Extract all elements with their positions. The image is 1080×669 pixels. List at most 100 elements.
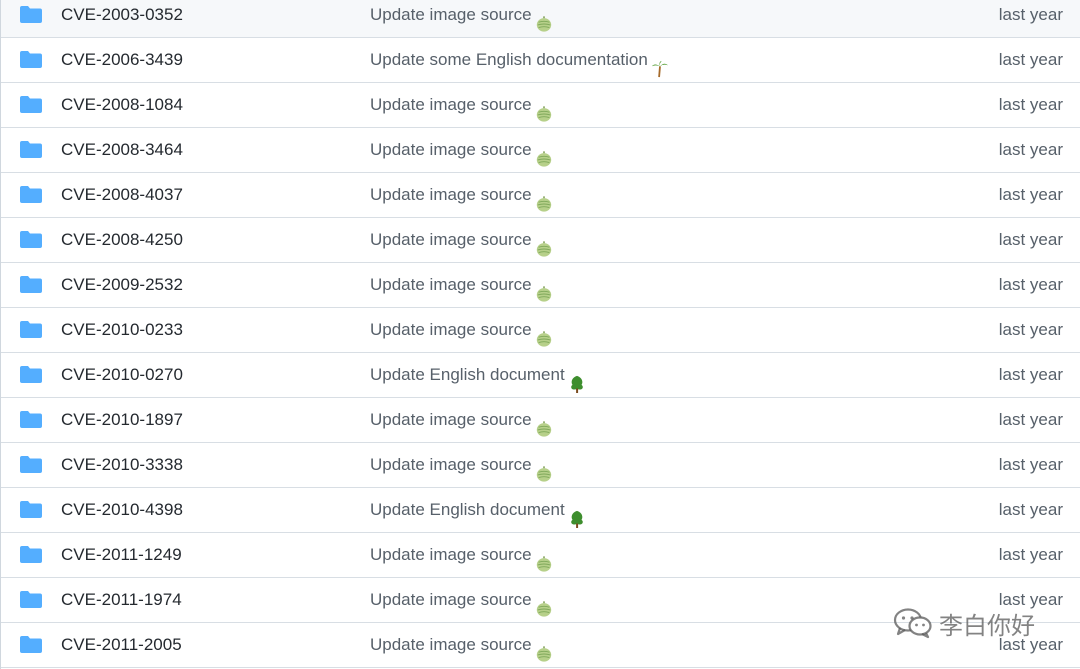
- directory-link[interactable]: CVE-2008-1084: [61, 83, 183, 127]
- file-row[interactable]: CVE-2011-1249 Update image source last yea…: [1, 533, 1080, 578]
- directory-link[interactable]: CVE-2008-4250: [61, 218, 183, 262]
- wechat-icon: [893, 608, 932, 639]
- commit-message-link[interactable]: Update English document: [370, 488, 586, 532]
- commit-message-text: Update image source: [370, 635, 532, 654]
- commit-message-link[interactable]: Update image source: [370, 398, 553, 442]
- file-row[interactable]: CVE-2010-0233 Update image source last yea…: [1, 308, 1080, 353]
- commit-message-link[interactable]: Update image source: [370, 173, 553, 217]
- commit-message-link[interactable]: Update image source: [370, 578, 553, 622]
- commit-age: last year: [998, 545, 1063, 564]
- commit-age: last year: [998, 275, 1063, 294]
- commit-age: last year: [998, 5, 1063, 24]
- commit-message-link[interactable]: Update image source: [370, 443, 553, 487]
- directory-link[interactable]: CVE-2010-4398: [61, 488, 183, 532]
- melon-icon: [535, 321, 553, 347]
- directory-link[interactable]: CVE-2010-1897: [61, 398, 183, 442]
- commit-message-text: Update image source: [370, 230, 532, 249]
- file-row[interactable]: CVE-2008-4250 Update image source last yea…: [1, 218, 1080, 263]
- folder-icon: [20, 276, 42, 293]
- commit-message-text: Update image source: [370, 410, 532, 429]
- melon-icon: [535, 591, 553, 617]
- directory-link[interactable]: CVE-2011-1249: [61, 533, 182, 577]
- commit-message-link[interactable]: Update image source: [370, 0, 553, 37]
- commit-age: last year: [998, 455, 1063, 474]
- commit-age: last year: [998, 95, 1063, 114]
- commit-message-link[interactable]: Update image source: [370, 83, 553, 127]
- folder-icon: [20, 366, 42, 383]
- folder-icon: [20, 141, 42, 158]
- file-row[interactable]: CVE-2010-4398 Update English document last…: [1, 488, 1080, 533]
- directory-link[interactable]: CVE-2003-0352: [61, 0, 183, 37]
- folder-icon: [20, 6, 42, 23]
- commit-message-text: Update image source: [370, 455, 532, 474]
- file-row[interactable]: CVE-2008-1084 Update image source last yea…: [1, 83, 1080, 128]
- commit-message-link[interactable]: Update English document: [370, 353, 586, 397]
- folder-icon: [20, 636, 42, 653]
- commit-age: last year: [998, 365, 1063, 384]
- file-row[interactable]: CVE-2010-0270 Update English document last…: [1, 353, 1080, 398]
- directory-link[interactable]: CVE-2008-4037: [61, 173, 183, 217]
- folder-icon: [20, 546, 42, 563]
- file-row[interactable]: CVE-2009-2532 Update image source last yea…: [1, 263, 1080, 308]
- commit-age: last year: [998, 320, 1063, 339]
- commit-message-link[interactable]: Update image source: [370, 263, 553, 307]
- melon-icon: [535, 636, 553, 662]
- commit-message-text: Update image source: [370, 5, 532, 24]
- directory-link[interactable]: CVE-2006-3439: [61, 38, 183, 82]
- folder-icon: [20, 456, 42, 473]
- watermark: 李白你好: [893, 603, 1035, 643]
- commit-message-link[interactable]: Update image source: [370, 623, 553, 667]
- file-row[interactable]: CVE-2008-4037 Update image source last yea…: [1, 173, 1080, 218]
- directory-link[interactable]: CVE-2008-3464: [61, 128, 183, 172]
- directory-link[interactable]: CVE-2009-2532: [61, 263, 183, 307]
- commit-message-text: Update image source: [370, 545, 532, 564]
- folder-icon: [20, 231, 42, 248]
- melon-icon: [535, 276, 553, 302]
- commit-age: last year: [998, 230, 1063, 249]
- file-row[interactable]: CVE-2010-1897 Update image source last yea…: [1, 398, 1080, 443]
- folder-icon: [20, 411, 42, 428]
- folder-icon: [20, 321, 42, 338]
- commit-message-text: Update image source: [370, 95, 532, 114]
- commit-message-text: Update image source: [370, 275, 532, 294]
- commit-message-link[interactable]: Update image source: [370, 533, 553, 577]
- commit-message-text: Update English document: [370, 365, 565, 384]
- melon-icon: [535, 6, 553, 32]
- commit-message-link[interactable]: Update some English documentation: [370, 38, 669, 82]
- commit-age: last year: [998, 50, 1063, 69]
- commit-message-text: Update English document: [370, 500, 565, 519]
- commit-message-text: Update image source: [370, 185, 532, 204]
- file-row[interactable]: CVE-2006-3439 Update some English documen…: [1, 38, 1080, 83]
- commit-age: last year: [998, 185, 1063, 204]
- melon-icon: [535, 96, 553, 122]
- commit-age: last year: [998, 410, 1063, 429]
- commit-age: last year: [998, 140, 1063, 159]
- watermark-text: 李白你好: [939, 611, 1035, 640]
- directory-link[interactable]: CVE-2010-0270: [61, 353, 183, 397]
- melon-icon: [535, 546, 553, 572]
- commit-message-link[interactable]: Update image source: [370, 218, 553, 262]
- file-list: CVE-2003-0352 Update image source last yea…: [0, 0, 1080, 669]
- directory-link[interactable]: CVE-2010-0233: [61, 308, 183, 352]
- commit-message-text: Update image source: [370, 590, 532, 609]
- palm-tree-icon: [651, 51, 669, 77]
- file-row[interactable]: CVE-2003-0352 Update image source last yea…: [1, 0, 1080, 38]
- folder-icon: [20, 96, 42, 113]
- file-row[interactable]: CVE-2008-3464 Update image source last yea…: [1, 128, 1080, 173]
- commit-age: last year: [998, 500, 1063, 519]
- folder-icon: [20, 51, 42, 68]
- melon-icon: [535, 411, 553, 437]
- directory-link[interactable]: CVE-2011-2005: [61, 623, 182, 667]
- melon-icon: [535, 456, 553, 482]
- commit-message-text: Update some English documentation: [370, 50, 648, 69]
- commit-message-link[interactable]: Update image source: [370, 128, 553, 172]
- file-row[interactable]: CVE-2010-3338 Update image source last yea…: [1, 443, 1080, 488]
- folder-icon: [20, 501, 42, 518]
- commit-message-link[interactable]: Update image source: [370, 308, 553, 352]
- folder-icon: [20, 186, 42, 203]
- melon-icon: [535, 186, 553, 212]
- commit-message-text: Update image source: [370, 140, 532, 159]
- directory-link[interactable]: CVE-2010-3338: [61, 443, 183, 487]
- directory-link[interactable]: CVE-2011-1974: [61, 578, 182, 622]
- melon-icon: [535, 141, 553, 167]
